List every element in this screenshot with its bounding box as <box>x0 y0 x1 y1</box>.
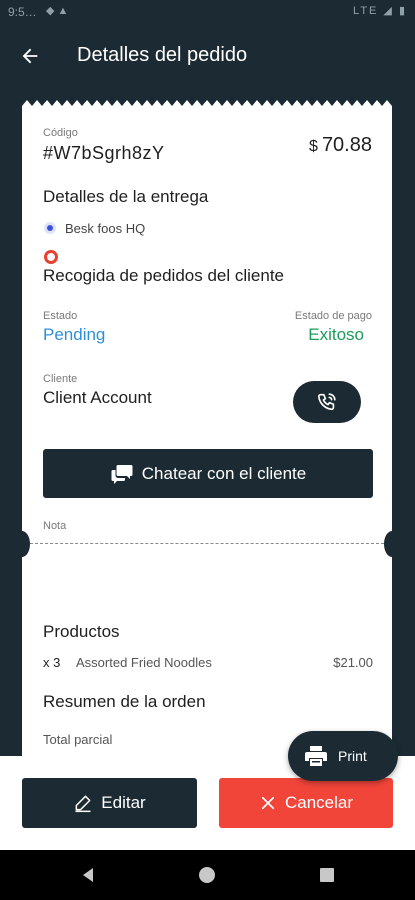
print-button-label: Print <box>338 748 367 764</box>
payment-status-label: Estado de pago <box>294 310 372 322</box>
phone-call-icon <box>317 393 336 411</box>
nav-back-icon[interactable] <box>80 867 96 883</box>
status-time: 9:5… <box>8 5 37 19</box>
product-name: Assorted Fried Noodles <box>76 655 212 670</box>
close-icon <box>261 796 275 810</box>
notification-icons: ◆ ▲ <box>46 5 69 17</box>
order-receipt-card: Código #W7bSgrh8zY $70.88 Detalles de la… <box>14 100 400 766</box>
call-client-button[interactable] <box>293 381 361 423</box>
order-status-value: Pending <box>43 325 106 344</box>
edit-button[interactable]: Editar <box>22 778 197 828</box>
status-bar: 9:5… ◆ ▲ LTE ◢ ▮ <box>0 0 415 24</box>
chat-bubbles-icon <box>111 464 133 484</box>
pickup-location: Besk foos HQ <box>65 221 146 236</box>
edit-button-label: Editar <box>101 793 146 812</box>
pickup-dot-icon <box>44 222 56 234</box>
dropoff-location: Recogida de pedidos del cliente <box>43 266 285 285</box>
currency-symbol: $ <box>309 138 318 155</box>
estado-label: Estado <box>43 310 78 322</box>
order-code-label: Código <box>43 127 78 139</box>
cancel-button[interactable]: Cancelar <box>219 778 393 828</box>
client-name: Client Account <box>43 388 152 407</box>
print-button[interactable]: Print <box>288 731 398 781</box>
product-price: $21.00 <box>333 655 373 670</box>
order-code: #W7bSgrh8zY <box>43 143 165 163</box>
subtotal-label: Total parcial <box>43 732 113 747</box>
delivery-details-title: Detalles de la entrega <box>43 187 209 206</box>
chat-button-label: Chatear con el cliente <box>141 463 307 483</box>
signal-battery-icons: LTE ◢ ▮ <box>353 5 407 17</box>
client-label: Cliente <box>43 373 78 385</box>
nav-home-icon[interactable] <box>199 867 215 883</box>
app-bar: Detalles del pedido <box>0 24 415 86</box>
printer-icon <box>305 746 327 766</box>
order-total: $70.88 <box>309 134 372 157</box>
cancel-button-label: Cancelar <box>284 793 354 812</box>
note-label: Nota <box>43 520 67 532</box>
receipt-notch-left <box>14 531 30 557</box>
payment-status-value: Exitoso <box>308 325 364 344</box>
arrow-left-icon <box>22 48 38 64</box>
receipt-notch-right <box>384 531 400 557</box>
pencil-icon <box>75 795 91 813</box>
chat-with-client-button[interactable]: Chatear con el cliente <box>43 449 373 498</box>
order-amount: 70.88 <box>321 134 372 156</box>
system-nav-bar <box>0 850 415 900</box>
nav-recent-apps-icon[interactable] <box>320 868 334 882</box>
order-summary-title: Resumen de la orden <box>43 692 206 711</box>
receipt-tear-line <box>30 543 384 544</box>
dropoff-ring-icon <box>44 250 58 264</box>
back-button[interactable] <box>14 42 46 70</box>
product-quantity: x 3 <box>43 655 61 670</box>
products-title: Productos <box>43 622 120 641</box>
receipt-zigzag-edge <box>22 100 392 106</box>
page-title: Detalles del pedido <box>77 44 248 66</box>
